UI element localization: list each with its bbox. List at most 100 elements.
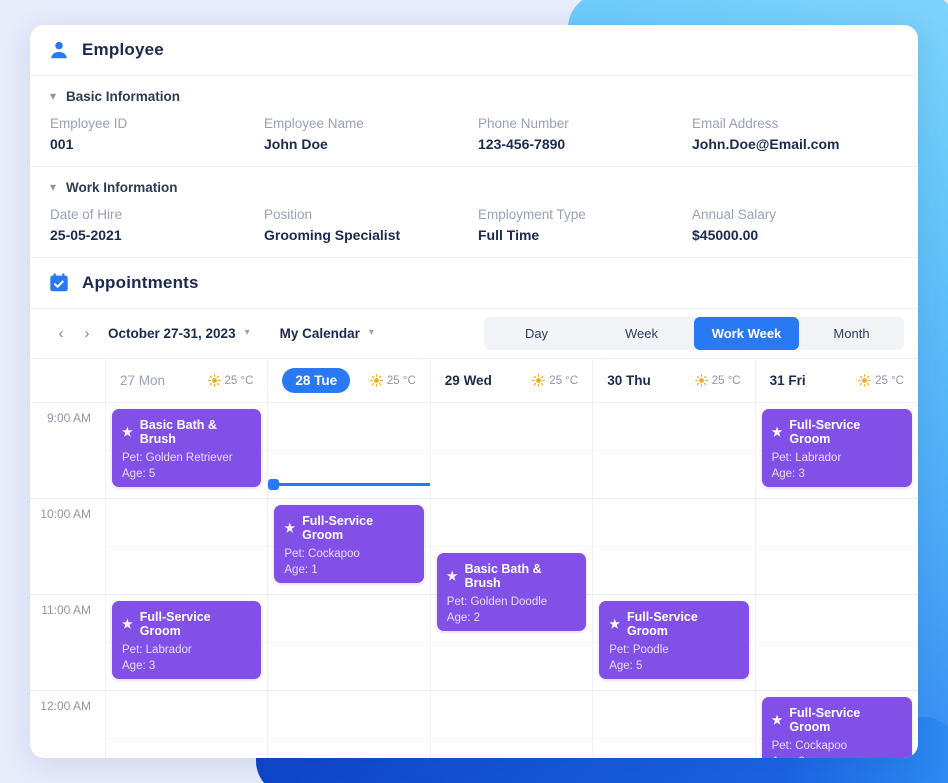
time-slot[interactable]: [268, 643, 430, 691]
day-label[interactable]: 27 Mon: [120, 373, 165, 388]
day-label[interactable]: 29 Wed: [445, 373, 492, 388]
chevron-down-icon[interactable]: ▾: [369, 327, 374, 338]
time-cell: 12:00 AM: [30, 691, 105, 758]
chevron-left-icon[interactable]: ‹: [48, 321, 74, 347]
field-value: $45000.00: [692, 227, 759, 243]
appointment-title: ★ Full-Service Groom: [772, 706, 902, 734]
appointment-card[interactable]: ★ Basic Bath & Brush Pet: Golden Retriever…: [112, 409, 262, 487]
work-information-toggle[interactable]: ▾ Work Information: [30, 167, 918, 197]
star-icon: ★: [771, 425, 783, 439]
star-icon: ★: [122, 617, 133, 631]
time-slot[interactable]: [430, 403, 593, 451]
appointment-pet: Pet: Golden Doodle: [446, 596, 548, 608]
time-slot[interactable]: [268, 451, 430, 499]
time-cell: 10:00 AM: [30, 499, 105, 595]
tab-day[interactable]: Day: [484, 317, 589, 350]
time-slot[interactable]: [755, 595, 918, 643]
field-label: Employee Name: [264, 116, 364, 131]
time-slot[interactable]: [430, 499, 593, 547]
tab-month[interactable]: Month: [799, 317, 904, 350]
weather-info: 25 °C: [370, 374, 416, 387]
basic-information-fields: Employee ID 001 Employee Name John Doe P…: [30, 106, 918, 152]
chevron-down-icon[interactable]: ▾: [245, 327, 250, 338]
date-range-label[interactable]: October 27-31, 2023: [108, 326, 236, 341]
calendar-view-tabs: Day Week Work Week Month: [484, 317, 904, 350]
calendar-select-label[interactable]: My Calendar: [280, 326, 360, 341]
field-label: Email Address: [692, 116, 779, 131]
appointment-title: ★ Full-Service Groom: [122, 610, 251, 638]
appointment-age: Age: 2: [446, 612, 481, 624]
time-slot[interactable]: [268, 595, 430, 643]
time-slot[interactable]: [593, 739, 754, 758]
time-slot[interactable]: [430, 691, 593, 739]
work-information-fields: Date of Hire 25-05-2021 Position Groomin…: [30, 197, 918, 243]
day-slots-3: ★ Full-Service Groom Pet: Poodle Age: 5: [593, 403, 755, 758]
chevron-down-icon: ▾: [50, 179, 57, 194]
time-slot[interactable]: [593, 403, 755, 451]
day-label-today[interactable]: 28 Tue: [282, 368, 351, 393]
temperature-label: 25 °C: [875, 374, 904, 387]
appointment-card[interactable]: ★ Full-Service Groom Pet: Labrador Age: 3: [112, 601, 262, 679]
appointment-age: Age: 1: [284, 564, 318, 576]
time-label: 11:00 AM: [41, 603, 91, 617]
appointment-title-text: Basic Bath & Brush: [464, 562, 542, 590]
field-label: Position: [264, 207, 313, 222]
time-slot[interactable]: [593, 691, 755, 739]
field-annual-salary: Annual Salary $45000.00: [692, 207, 898, 243]
appointment-title-text: Basic Bath & Brush: [139, 418, 217, 446]
appointment-title: ★ Basic Bath & Brush: [122, 418, 251, 446]
appointment-card[interactable]: ★ Full-Service Groom Pet: Poodle Age: 5: [599, 601, 749, 679]
tab-work-week[interactable]: Work Week: [694, 317, 799, 350]
star-icon: ★: [771, 713, 783, 727]
chevron-right-icon[interactable]: ›: [74, 321, 100, 347]
weather-info: 25 °C: [532, 374, 578, 387]
time-slot[interactable]: [268, 739, 429, 758]
calendar-grid: 9:00 AM 10:00 AM 11:00 AM 12:00 AM 27 Mo…: [30, 359, 918, 758]
appointment-card[interactable]: ★ Basic Bath & Brush Pet: Golden Doodle Age…: [436, 553, 587, 631]
time-slot[interactable]: [106, 499, 268, 547]
appointment-title: ★ Full-Service Groom: [609, 610, 738, 638]
appointment-card[interactable]: ★ Full-Service Groom Pet: Cockapoo Age: 1: [274, 505, 424, 583]
day-column-3: 30 Thu 25 °C ★ Full-Service Groom Pet: Poodl…: [593, 359, 756, 758]
sun-icon: [532, 374, 546, 387]
field-value: 001: [50, 136, 74, 152]
time-slot[interactable]: [430, 643, 593, 691]
tab-week[interactable]: Week: [589, 317, 694, 350]
time-slot[interactable]: [430, 451, 593, 499]
time-label: 9:00 AM: [46, 411, 91, 425]
time-slot[interactable]: [106, 691, 268, 739]
field-value: 123-456-7890: [478, 136, 566, 152]
basic-information-toggle[interactable]: ▾ Basic Information: [30, 76, 918, 106]
time-slot[interactable]: [593, 547, 755, 595]
appointment-card[interactable]: ★ Full-Service Groom Pet: Cockapoo Age: 2: [761, 697, 912, 758]
day-column-4: 31 Fri 25 °C ★ Full-Service Groom Pet: Labra…: [755, 359, 918, 758]
sun-icon: [858, 374, 871, 387]
appointment-age: Age: 3: [771, 468, 805, 480]
appointment-pet: Pet: Cockapoo: [284, 548, 360, 560]
time-slot[interactable]: [106, 739, 267, 758]
star-icon: ★: [122, 425, 133, 439]
time-slot[interactable]: [268, 691, 430, 739]
sun-icon: [370, 374, 383, 387]
time-slot[interactable]: [755, 547, 918, 595]
main-card: Employee ▾ Basic Information Employee ID…: [30, 25, 918, 758]
time-slot[interactable]: [593, 451, 755, 499]
time-slot[interactable]: [755, 643, 918, 691]
day-slots-2: ★ Basic Bath & Brush Pet: Golden Doodle Age…: [430, 403, 593, 758]
weather-info: 25 °C: [858, 374, 904, 387]
current-time-indicator: [268, 479, 430, 490]
appointment-card[interactable]: ★ Full-Service Groom Pet: Labrador Age: 3: [761, 409, 912, 487]
time-slot[interactable]: [593, 499, 755, 547]
time-slot[interactable]: [106, 547, 268, 595]
field-value: John Doe: [264, 136, 328, 152]
time-slot[interactable]: [268, 403, 430, 451]
appointment-pet: Pet: Poodle: [609, 644, 669, 656]
day-label[interactable]: 30 Thu: [607, 373, 651, 388]
time-slot[interactable]: [431, 739, 592, 758]
time-slot[interactable]: [755, 499, 918, 547]
day-label[interactable]: 31 Fri: [770, 373, 806, 388]
work-information-label: Work Information: [66, 180, 178, 195]
appointment-title-text: Full-Service Groom: [789, 418, 861, 446]
temperature-label: 25 °C: [224, 374, 254, 387]
chevron-down-icon: ▾: [50, 88, 57, 103]
